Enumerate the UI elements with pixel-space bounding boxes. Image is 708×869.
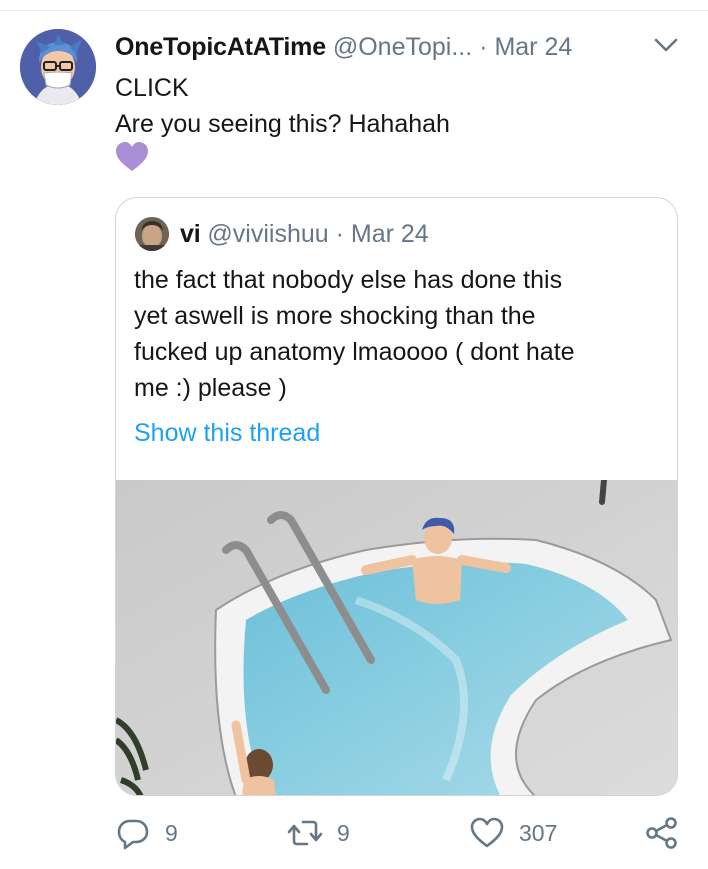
tweet-text: CLICK Are you seeing this? Hahahah	[115, 70, 675, 142]
quoted-line: the fact that nobody else has done this	[134, 266, 563, 294]
tweet-header: OneTopicAtATime @OneTopi... · Mar 24	[115, 31, 635, 63]
purple-heart-icon	[116, 142, 148, 171]
like-count: 307	[519, 820, 558, 846]
quoted-line: fucked up anatomy lmaoooo ( dont hate	[134, 338, 575, 366]
like-button[interactable]: 307	[469, 810, 557, 856]
tweet-date[interactable]: Mar 24	[494, 33, 572, 61]
quoted-author-avatar	[135, 217, 169, 251]
top-divider	[0, 10, 708, 11]
author-avatar[interactable]	[20, 29, 96, 105]
tweet-line: Are you seeing this? Hahahah	[115, 110, 450, 138]
quoted-tweet[interactable]: vi @viviishuu · Mar 24 the fact that nob…	[115, 197, 678, 796]
author-name[interactable]: OneTopicAtATime	[115, 33, 326, 61]
quoted-line: me :) please )	[134, 374, 287, 402]
quoted-author-handle: @viviishuu	[207, 220, 329, 248]
retweet-count: 9	[337, 820, 350, 846]
show-thread-link[interactable]: Show this thread	[134, 416, 320, 450]
retweet-icon	[287, 820, 323, 846]
share-button[interactable]	[644, 810, 680, 856]
quoted-separator: ·	[335, 220, 344, 248]
quoted-image[interactable]	[116, 480, 677, 795]
header-separator: ·	[479, 33, 488, 61]
quoted-author-name: vi	[180, 220, 201, 248]
quoted-line: yet aswell is more shocking than the	[134, 302, 536, 330]
tweet-line: CLICK	[115, 74, 189, 102]
author-handle[interactable]: @OneTopi...	[333, 33, 472, 61]
reply-button[interactable]: 9	[115, 810, 178, 856]
retweet-button[interactable]: 9	[287, 810, 350, 856]
quoted-date: Mar 24	[350, 220, 429, 248]
action-bar: 9 9 307	[0, 810, 708, 860]
quoted-text: the fact that nobody else has done this …	[134, 262, 664, 406]
share-icon	[646, 817, 677, 849]
reply-icon	[117, 819, 149, 850]
like-icon	[470, 817, 504, 848]
chevron-down-icon[interactable]	[652, 32, 680, 58]
quoted-header: vi @viviishuu · Mar 24	[180, 217, 429, 251]
reply-count: 9	[165, 820, 178, 846]
